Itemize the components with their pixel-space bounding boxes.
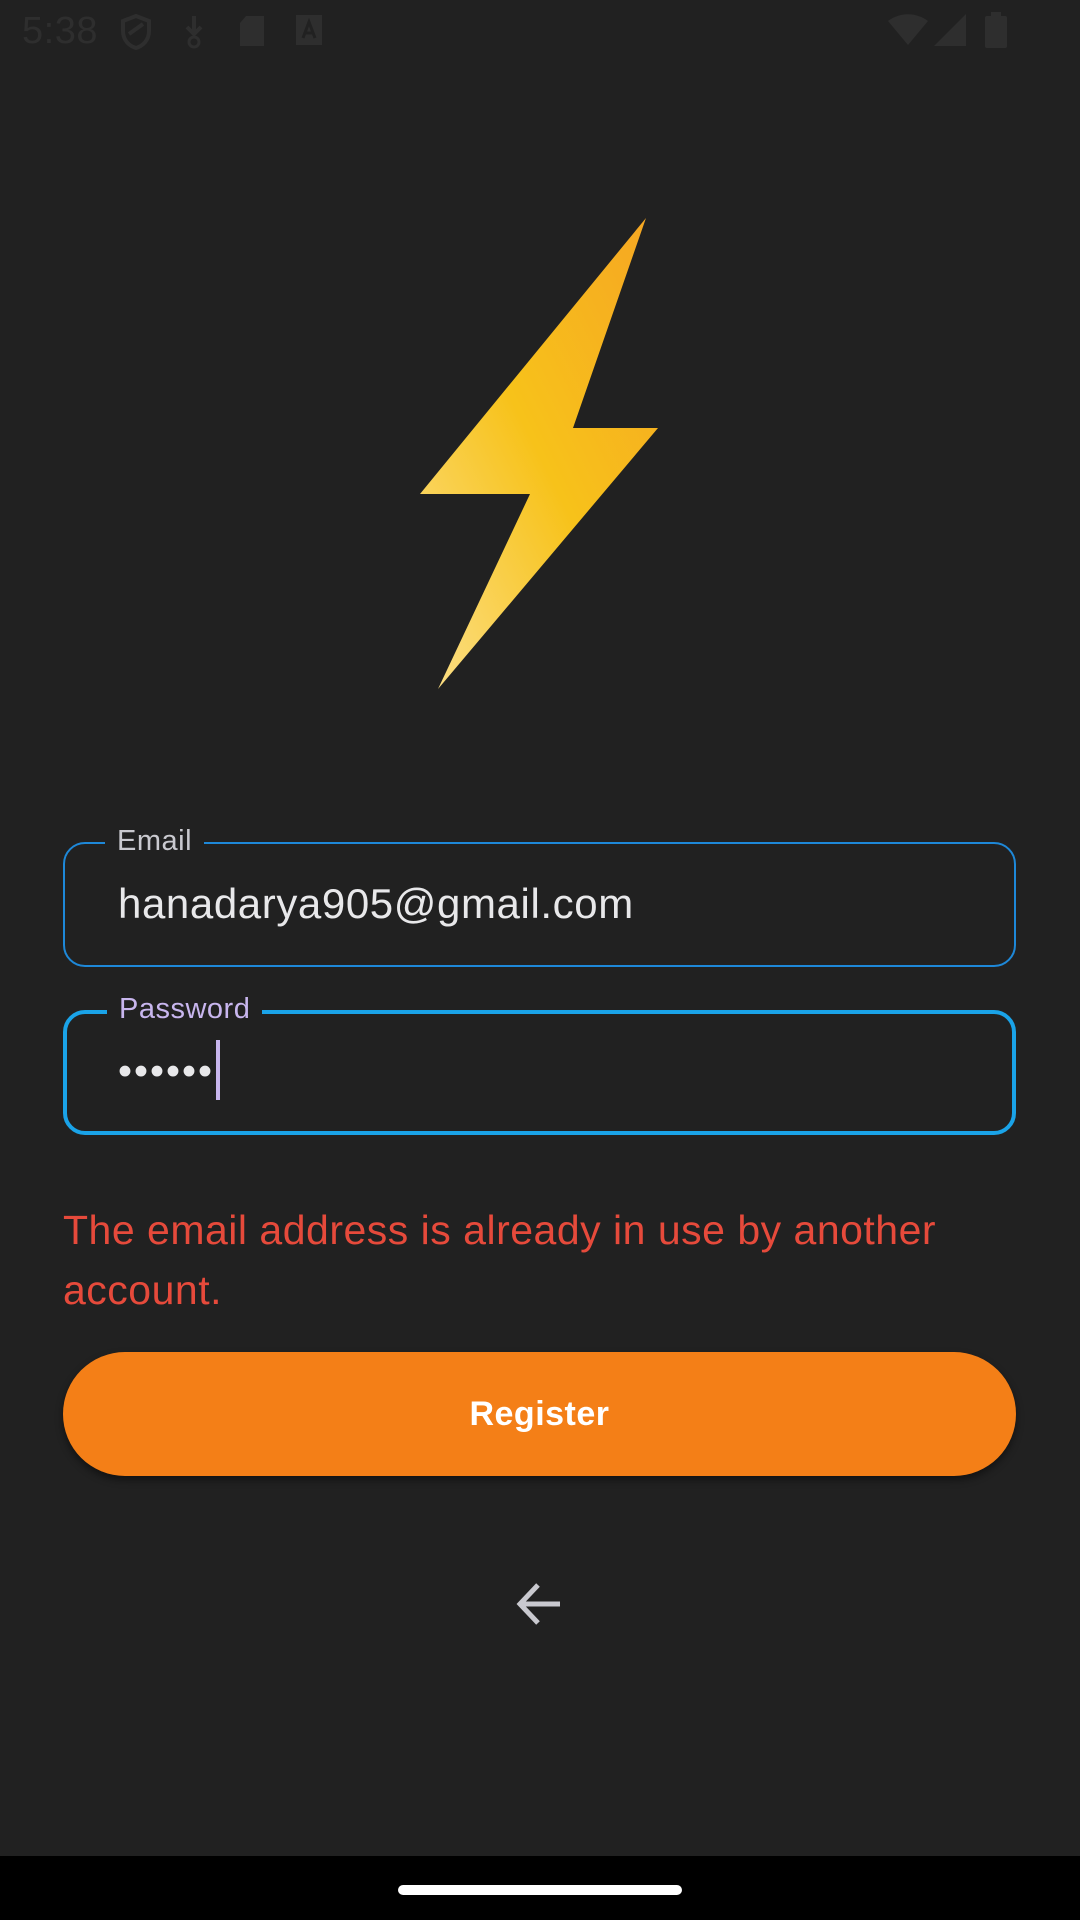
lightning-bolt-icon — [420, 218, 658, 689]
password-dots: •••••• — [118, 1049, 215, 1094]
home-handle[interactable] — [398, 1885, 682, 1895]
status-time: 5:38 — [22, 10, 98, 52]
status-bar: 5:38 — [0, 0, 1080, 64]
register-screen: 5:38 Email hanadarya905@gmail.com Passwo… — [0, 0, 1080, 1920]
password-field[interactable]: Password •••••• — [63, 990, 1016, 1135]
font-a-icon — [296, 15, 322, 45]
arrow-left-icon[interactable] — [510, 1574, 570, 1634]
cellular-signal-icon — [934, 14, 966, 46]
download-arrow-icon — [185, 16, 203, 49]
email-label: Email — [105, 822, 205, 860]
text-caret — [216, 1040, 221, 1100]
password-input[interactable]: •••••• — [118, 1040, 221, 1104]
navigation-bar — [0, 1856, 1080, 1920]
email-input[interactable]: hanadarya905@gmail.com — [118, 878, 634, 930]
email-field[interactable]: Email hanadarya905@gmail.com — [63, 822, 1016, 967]
error-message: The email address is already in use by a… — [63, 1207, 937, 1313]
sd-card-icon — [240, 16, 264, 46]
shield-icon — [121, 14, 151, 50]
battery-icon — [985, 12, 1007, 48]
register-button[interactable]: Register — [63, 1352, 1016, 1476]
password-label: Password — [107, 990, 263, 1028]
wifi-icon — [888, 14, 928, 45]
